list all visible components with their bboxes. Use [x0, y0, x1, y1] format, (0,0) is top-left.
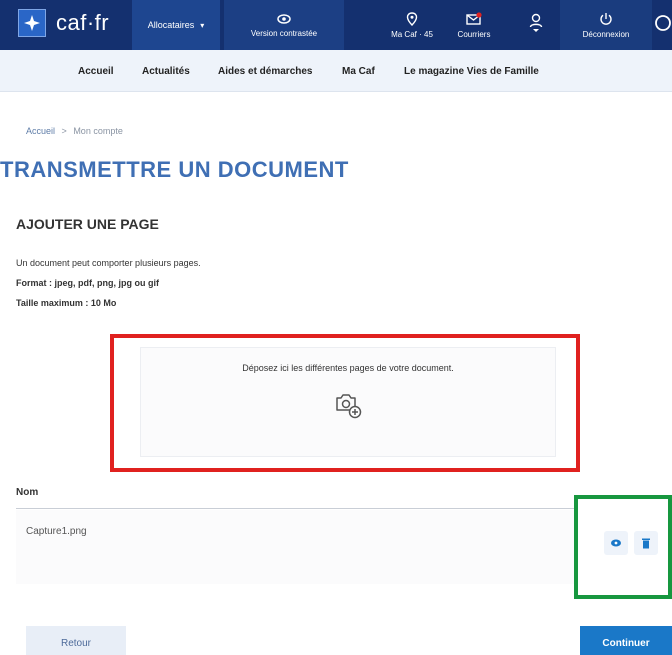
- view-file-button[interactable]: [604, 531, 628, 555]
- add-photo-icon[interactable]: [333, 390, 363, 420]
- nav-ma-caf[interactable]: Ma Caf: [342, 50, 375, 92]
- table-header-divider: [16, 508, 576, 509]
- breadcrumb: Accueil > Mon compte: [26, 126, 123, 136]
- eye-icon: [277, 13, 291, 24]
- continue-button[interactable]: Continuer: [580, 626, 672, 655]
- eye-icon: [611, 539, 621, 547]
- section-title: AJOUTER UNE PAGE: [16, 216, 159, 232]
- ma-caf-link[interactable]: Ma Caf · 45: [382, 0, 442, 50]
- deconnexion-link[interactable]: Déconnexion: [560, 0, 652, 50]
- role-selector-label: Allocataires: [147, 20, 195, 30]
- location-pin-icon: [406, 11, 418, 26]
- info-pages: Un document peut comporter plusieurs pag…: [16, 258, 201, 268]
- file-dropzone[interactable]: Déposez ici les différentes pages de vot…: [140, 347, 556, 457]
- breadcrumb-home[interactable]: Accueil: [26, 126, 55, 136]
- nav-magazine[interactable]: Le magazine Vies de Famille: [404, 50, 539, 92]
- logo-text: caf·fr: [56, 10, 110, 35]
- info-size: Taille maximum : 10 Mo: [16, 298, 117, 308]
- deconnexion-label: Déconnexion: [582, 29, 630, 39]
- power-icon: [600, 12, 612, 25]
- role-selector[interactable]: Allocataires ▾: [132, 0, 220, 50]
- version-contrastee-label: Version contrastée: [250, 28, 318, 38]
- back-button[interactable]: Retour: [26, 626, 126, 655]
- courriers-label: Courriers: [457, 29, 491, 39]
- mail-icon: [466, 11, 482, 25]
- ma-caf-label: Ma Caf · 45: [391, 29, 433, 39]
- column-header-nom: Nom: [16, 487, 39, 498]
- chevron-down-icon: ▾: [200, 20, 205, 30]
- table-row: Capture1.png: [16, 510, 576, 584]
- user-icon: [529, 13, 543, 32]
- trash-icon: [642, 538, 650, 549]
- breadcrumb-current: Mon compte: [73, 126, 123, 136]
- version-contrastee-link[interactable]: Version contrastée: [224, 0, 344, 50]
- profile-menu[interactable]: [520, 0, 552, 50]
- caf-logo[interactable]: caf·fr: [18, 9, 109, 37]
- logo-mark-icon: [18, 9, 46, 37]
- dropzone-text: Déposez ici les différentes pages de vot…: [242, 363, 454, 373]
- search-icon: [655, 15, 671, 31]
- main-navigation: Accueil Actualités Aides et démarches Ma…: [0, 50, 672, 92]
- info-format: Format : jpeg, pdf, png, jpg ou gif: [16, 278, 159, 288]
- breadcrumb-separator: >: [61, 126, 67, 136]
- top-bar: caf·fr Allocataires ▾ Version contrastée…: [0, 0, 672, 50]
- delete-file-button[interactable]: [634, 531, 658, 555]
- search-button[interactable]: [648, 0, 672, 50]
- nav-actualites[interactable]: Actualités: [142, 50, 190, 92]
- courriers-link[interactable]: Courriers: [448, 0, 500, 50]
- nav-aides-demarches[interactable]: Aides et démarches: [218, 50, 313, 92]
- page-title: TRANSMETTRE UN DOCUMENT: [0, 157, 349, 182]
- nav-accueil[interactable]: Accueil: [78, 50, 114, 92]
- file-name: Capture1.png: [26, 526, 87, 537]
